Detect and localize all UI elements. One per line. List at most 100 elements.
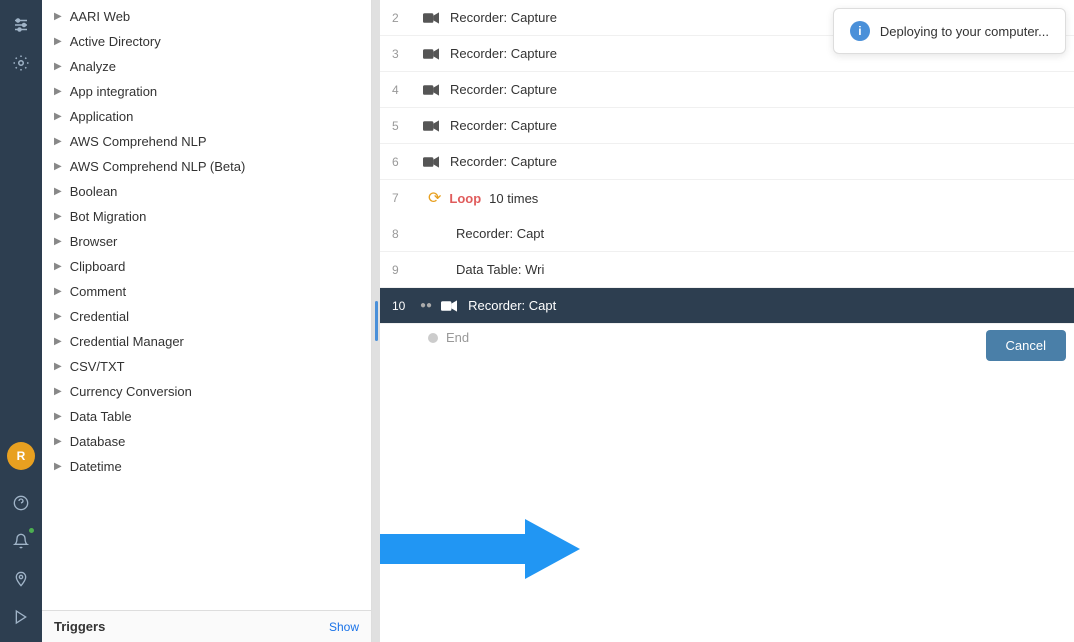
package-label: Comment <box>70 284 126 299</box>
row-number: 5 <box>392 119 420 133</box>
script-row[interactable]: 10 ●● Recorder: Capt <box>380 288 1074 324</box>
gear-icon-btn[interactable] <box>4 46 38 80</box>
chevron-icon: ▶ <box>54 111 62 122</box>
package-item[interactable]: ▶ Data Table <box>42 404 371 429</box>
row-number: 2 <box>392 11 420 25</box>
row-number: 6 <box>392 155 420 169</box>
chevron-icon: ▶ <box>54 336 62 347</box>
package-label: Active Directory <box>70 34 161 49</box>
package-item[interactable]: ▶ AWS Comprehend NLP <box>42 129 371 154</box>
sidebar-icons: R <box>0 0 42 642</box>
package-label: Data Table <box>70 409 132 424</box>
row-type-icon <box>438 295 460 317</box>
status-dots: ●● <box>420 300 432 311</box>
play-icon-btn[interactable] <box>4 600 38 634</box>
package-item[interactable]: ▶Boolean <box>42 179 371 204</box>
end-label: End <box>446 330 469 345</box>
script-row[interactable]: 9 Data Table: Wri <box>380 252 1074 288</box>
chevron-icon: ▶ <box>54 286 62 297</box>
chevron-icon: ▶ <box>54 86 62 97</box>
package-item[interactable]: ▶ Analyze <box>42 54 371 79</box>
row-type-icon <box>420 79 442 101</box>
package-item[interactable]: ▶Application <box>42 104 371 129</box>
package-label: Browser <box>70 234 118 249</box>
drag-indicator <box>375 301 378 341</box>
script-row[interactable]: 4 Recorder: Capture <box>380 72 1074 108</box>
end-row: End <box>380 324 1074 351</box>
row-content-text: Recorder: Capture <box>450 118 1062 133</box>
package-item[interactable]: ▶ Database <box>42 429 371 454</box>
chevron-icon: ▶ <box>54 61 62 72</box>
package-item[interactable]: ▶ Comment <box>42 279 371 304</box>
package-label: AWS Comprehend NLP (Beta) <box>70 159 246 174</box>
package-label: CSV/TXT <box>70 359 125 374</box>
package-item[interactable]: ▶Browser <box>42 229 371 254</box>
chevron-icon: ▶ <box>54 436 62 447</box>
package-label: Bot Migration <box>70 209 147 224</box>
package-label: Datetime <box>70 459 122 474</box>
loop-row: 7 ⟳ Loop 10 times <box>380 180 1074 216</box>
script-row[interactable]: 5 Recorder: Capture <box>380 108 1074 144</box>
row-number: 4 <box>392 83 420 97</box>
location-icon-btn[interactable] <box>4 562 38 596</box>
script-row[interactable]: 6 Recorder: Capture <box>380 144 1074 180</box>
main-area: 2 Recorder: Capture 3 Recorder: Capture … <box>380 0 1074 642</box>
package-item[interactable]: ▶ Clipboard <box>42 254 371 279</box>
package-label: Credential Manager <box>70 334 184 349</box>
triggers-show-button[interactable]: Show <box>329 620 359 634</box>
end-dot <box>428 333 438 343</box>
loop-times: 10 times <box>489 191 538 206</box>
package-label: Currency Conversion <box>70 384 192 399</box>
package-panel: ▶ AARI Web ▶ Active Directory ▶ Analyze ▶ App i… <box>42 0 372 642</box>
row-number: 10 <box>392 299 420 313</box>
notification-icon-btn[interactable] <box>4 524 38 558</box>
package-item[interactable]: ▶ Active Directory <box>42 29 371 54</box>
package-item[interactable]: ▶AWS Comprehend NLP (Beta) <box>42 154 371 179</box>
question-icon-btn[interactable] <box>4 486 38 520</box>
package-label: Analyze <box>70 59 116 74</box>
row-type-icon <box>420 43 442 65</box>
chevron-icon: ▶ <box>54 11 62 22</box>
chevron-icon: ▶ <box>54 136 62 147</box>
package-item[interactable]: ▶CSV/TXT <box>42 354 371 379</box>
chevron-icon: ▶ <box>54 311 62 322</box>
chevron-icon: ▶ <box>54 411 62 422</box>
row-type-icon <box>420 259 448 281</box>
package-label: AARI Web <box>70 9 130 24</box>
chevron-icon: ▶ <box>54 211 62 222</box>
package-item[interactable]: ▶ Credential <box>42 304 371 329</box>
row-number: 7 <box>392 191 420 205</box>
chevron-icon: ▶ <box>54 261 62 272</box>
package-label: Credential <box>70 309 129 324</box>
deploy-info-icon: i <box>850 21 870 41</box>
triggers-label: Triggers <box>54 619 105 634</box>
package-label: AWS Comprehend NLP <box>70 134 207 149</box>
package-list: ▶ AARI Web ▶ Active Directory ▶ Analyze ▶ App i… <box>42 0 371 610</box>
deploy-notification: i Deploying to your computer... <box>833 8 1066 54</box>
package-label: Clipboard <box>70 259 126 274</box>
cancel-area: Cancel <box>986 330 1066 361</box>
script-area: 2 Recorder: Capture 3 Recorder: Capture … <box>380 0 1074 642</box>
loop-icon: ⟳ <box>428 188 441 208</box>
row-number: 8 <box>392 227 420 241</box>
triggers-footer: Triggers Show <box>42 610 371 642</box>
package-label: Database <box>70 434 126 449</box>
chevron-icon: ▶ <box>54 36 62 47</box>
drag-handle[interactable] <box>372 0 380 642</box>
package-item[interactable]: ▶ Datetime <box>42 454 371 479</box>
row-type-icon <box>420 115 442 137</box>
row-type-icon <box>420 151 442 173</box>
user-avatar[interactable]: R <box>7 442 35 470</box>
sliders-icon-btn[interactable] <box>4 8 38 42</box>
row-content-text: Data Table: Wri <box>456 262 1062 277</box>
package-item[interactable]: ▶ App integration <box>42 79 371 104</box>
cancel-button[interactable]: Cancel <box>986 330 1066 361</box>
package-item[interactable]: ▶ Credential Manager <box>42 329 371 354</box>
package-item[interactable]: ▶ Bot Migration <box>42 204 371 229</box>
package-item[interactable]: ▶ Currency Conversion <box>42 379 371 404</box>
package-item[interactable]: ▶ AARI Web <box>42 4 371 29</box>
script-row[interactable]: 8 Recorder: Capt <box>380 216 1074 252</box>
package-label: App integration <box>70 84 157 99</box>
chevron-icon: ▶ <box>54 386 62 397</box>
chevron-icon: ▶ <box>54 461 62 472</box>
